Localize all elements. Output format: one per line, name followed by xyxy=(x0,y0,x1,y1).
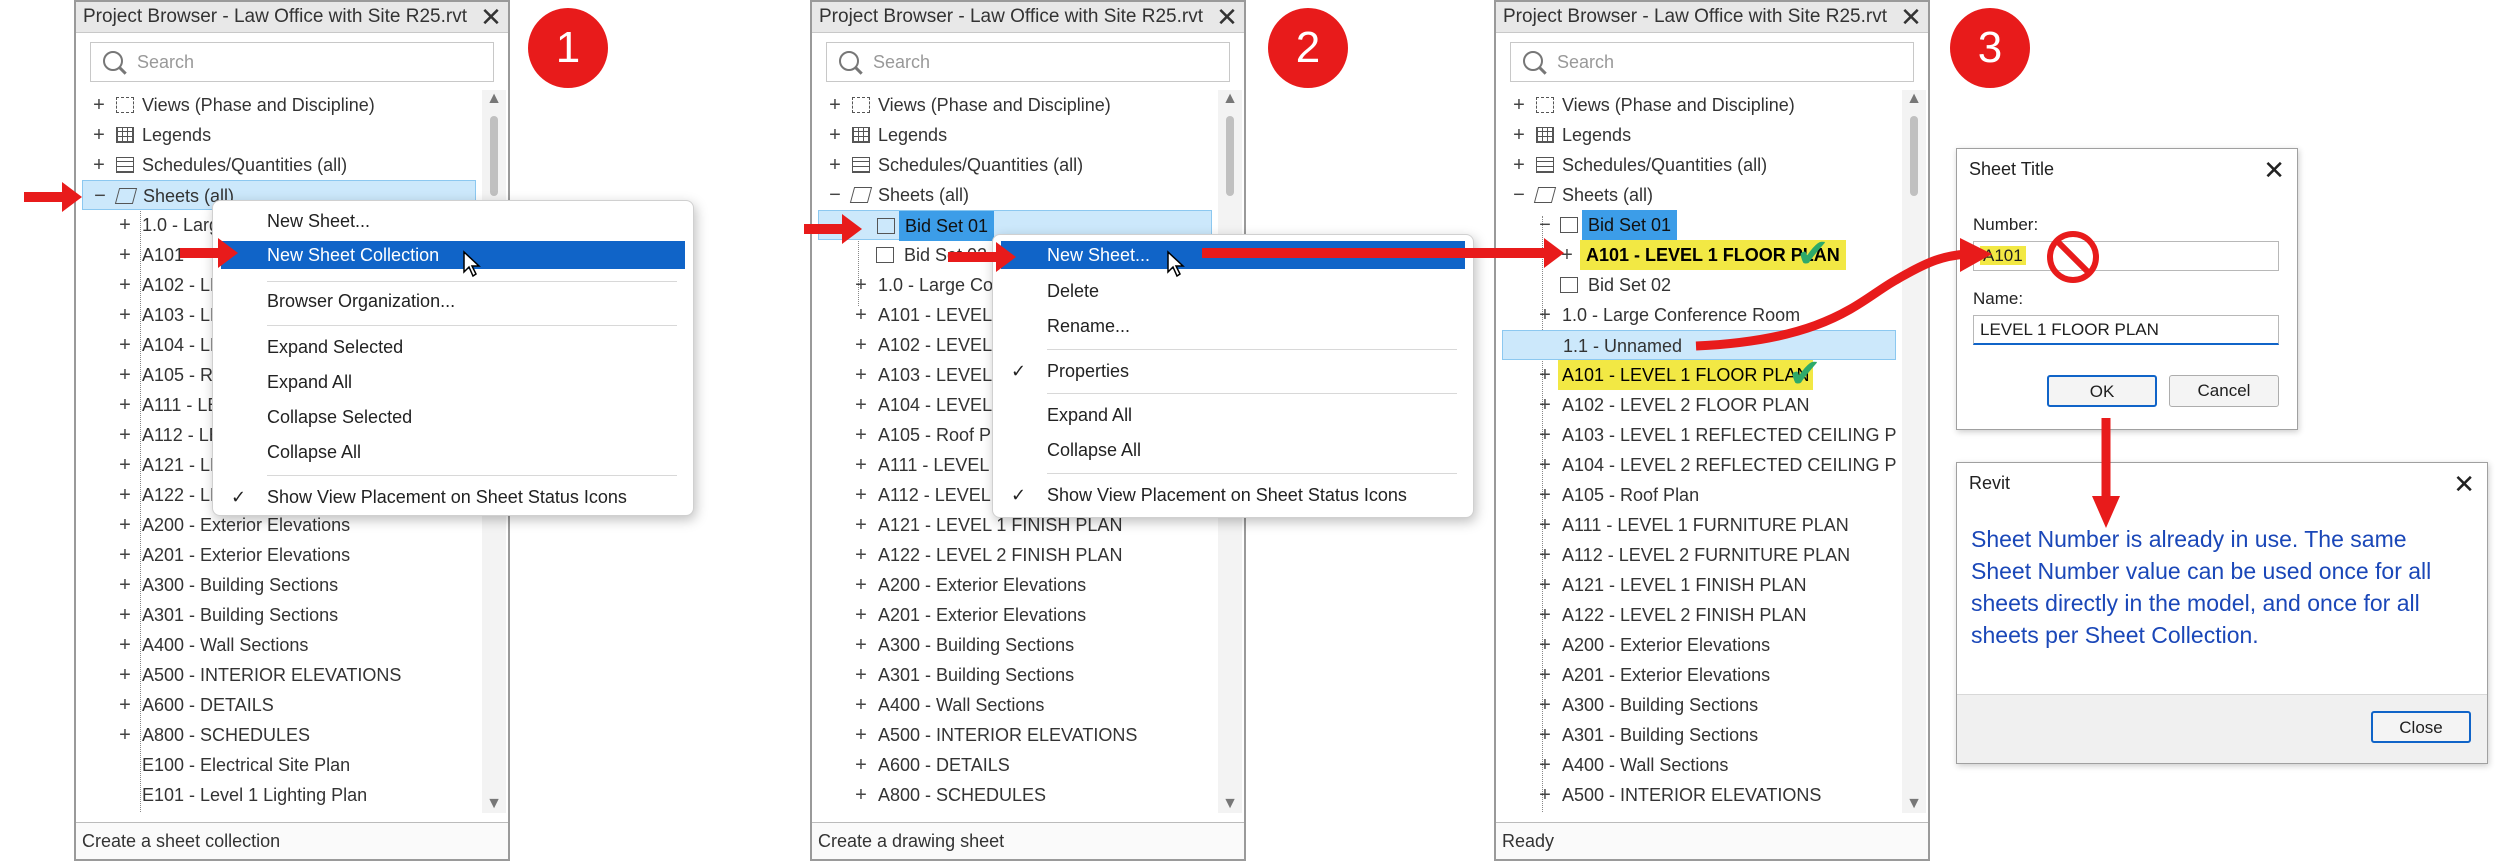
mouse-cursor-icon xyxy=(1167,250,1185,278)
connector-arrow-icon xyxy=(1695,238,2120,528)
mouse-cursor-icon xyxy=(463,250,481,278)
